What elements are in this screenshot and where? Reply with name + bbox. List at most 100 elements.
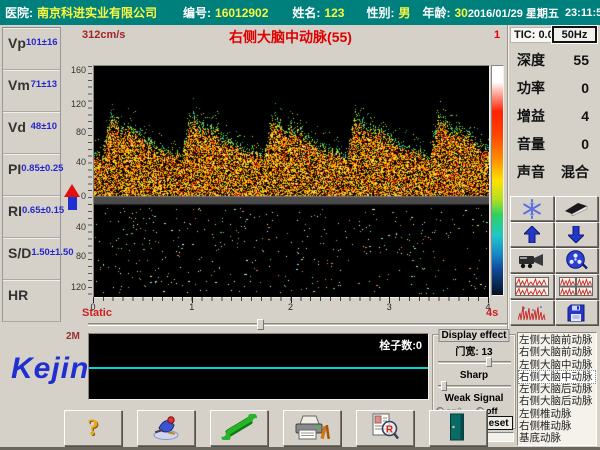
- measurement-value: 48±10: [31, 121, 57, 132]
- exit-button[interactable]: [429, 410, 487, 446]
- param-label: 音量: [517, 134, 545, 154]
- measurement-label: HR: [8, 287, 28, 303]
- gender-value: 男: [398, 4, 410, 21]
- gate-slider-track[interactable]: [438, 361, 511, 364]
- save-button[interactable]: [555, 300, 599, 325]
- measurement-sidebar: Vp101±16Vm71±13Vd48±10PI0.85±0.25RI0.65±…: [2, 27, 61, 322]
- param-value: 0: [581, 80, 589, 96]
- hospital-label: 医院:: [5, 4, 33, 21]
- sharp-label: Sharp: [433, 370, 515, 381]
- baseline-marker-icon: [64, 184, 81, 211]
- measurement-cell-vp: Vp101±16: [3, 28, 60, 70]
- floppy-icon: [567, 304, 585, 322]
- y-tick-label: 80: [62, 127, 86, 137]
- artery-list-item[interactable]: 基底动脉: [519, 432, 595, 444]
- question-icon: ?: [87, 415, 99, 441]
- measurement-value: 0.85±0.25: [21, 163, 63, 174]
- cine-loop-button[interactable]: [555, 248, 599, 273]
- report-button[interactable]: R: [356, 410, 414, 446]
- door-icon: [449, 413, 467, 444]
- embolus-baseline: [89, 367, 428, 369]
- y-tick-label: 120: [62, 99, 86, 109]
- colorbar-top-label: 1: [489, 29, 505, 41]
- embolus-panel: 栓子数:0: [88, 333, 429, 400]
- date-display: 2016/01/29 星期五: [468, 5, 559, 21]
- artery-list-item[interactable]: 右侧大脑后动脉: [519, 395, 595, 407]
- report-icon: R: [371, 413, 399, 444]
- embolus-count: 栓子数:0: [379, 337, 422, 353]
- spectrum-icon: [518, 304, 546, 321]
- dual-display-button[interactable]: [510, 274, 554, 299]
- channel-label: 2M: [66, 331, 80, 342]
- scroll-up-button[interactable]: [510, 222, 554, 247]
- vessel-title: 右侧大脑中动脉(55): [93, 27, 488, 47]
- sweep-end-label: 4s: [486, 307, 498, 319]
- artery-list-item[interactable]: 右侧大脑中动脉: [519, 371, 595, 383]
- sharp-slider-track[interactable]: [438, 385, 511, 388]
- x-tick-label: 1: [189, 302, 194, 312]
- param-label: 深度: [517, 50, 545, 70]
- artery-listbox[interactable]: 左侧大脑前动脉右侧大脑前动脉左侧大脑中动脉右侧大脑中动脉左侧大脑后动脉右侧大脑后…: [517, 332, 597, 446]
- gate-slider-thumb[interactable]: [486, 357, 492, 367]
- age-label: 年龄:: [422, 4, 450, 21]
- param-row: 声音混合: [509, 158, 599, 186]
- static-mode-label: Static: [82, 307, 112, 319]
- measurement-value: 71±13: [31, 79, 57, 90]
- probe-check-button[interactable]: [137, 410, 195, 446]
- measurement-cell-hr: HR: [3, 280, 60, 322]
- y-tick-label: 40: [62, 222, 86, 232]
- help-button[interactable]: ?: [64, 410, 122, 446]
- param-row: 功率 0: [509, 74, 599, 102]
- print-button[interactable]: [283, 410, 341, 446]
- patient-id-label: 编号:: [183, 4, 211, 21]
- param-label: 声音: [517, 162, 545, 182]
- quad-display-button[interactable]: [555, 274, 599, 299]
- right-button-grid: [510, 196, 598, 325]
- camera-button[interactable]: [510, 248, 554, 273]
- age-value: 30: [454, 6, 467, 20]
- arrow-up-icon: [524, 226, 540, 243]
- artery-list-item[interactable]: 左侧大脑后动脉: [519, 383, 595, 395]
- artery-list-item[interactable]: 左侧大脑前动脉: [519, 334, 595, 346]
- dual-trace-icon: [515, 277, 549, 296]
- measurement-value: 101±16: [26, 37, 58, 48]
- quad-trace-icon: [559, 277, 593, 296]
- probe-button[interactable]: [555, 196, 599, 221]
- freeze-button[interactable]: [510, 196, 554, 221]
- y-axis-ticks: [88, 66, 92, 296]
- acquisition-params: 深度55功率0增益4音量0声音混合: [509, 46, 599, 186]
- sharp-slider-thumb[interactable]: [441, 381, 447, 391]
- setup-button[interactable]: [210, 410, 268, 446]
- hospital-name: 南京科进实业有限公司: [37, 4, 157, 21]
- display-effect-title: Display effect: [438, 329, 509, 342]
- measurement-label: RI: [8, 203, 22, 219]
- wrench-icon: [220, 414, 258, 443]
- svg-text:R: R: [386, 424, 394, 435]
- param-label: 功率: [517, 78, 545, 98]
- gate-width-row: 门宽: 13: [433, 343, 515, 358]
- y-tick-label: 160: [62, 65, 86, 75]
- snowflake-icon: [522, 199, 542, 219]
- measurement-value: 0.65±0.15: [22, 205, 64, 216]
- measurement-label: Vp: [8, 35, 26, 51]
- param-label: 增益: [517, 106, 545, 126]
- patient-name-value: 123: [324, 6, 344, 20]
- gate-width-slider[interactable]: [438, 357, 511, 367]
- weak-signal-label: Weak Signal: [433, 393, 515, 404]
- measurement-label: Vd: [8, 119, 26, 135]
- sharp-slider[interactable]: [438, 381, 511, 391]
- spectral-canvas: [93, 65, 490, 298]
- spectrum-display-button[interactable]: [510, 300, 554, 325]
- measurement-cell-ri: RI0.65±0.15: [3, 196, 60, 238]
- time-display: 23:11:54: [565, 7, 600, 19]
- scroll-down-button[interactable]: [555, 222, 599, 247]
- frequency-button[interactable]: 50Hz: [552, 26, 597, 43]
- x-tick-label: 2: [288, 302, 293, 312]
- measurement-cell-vd: Vd 48±10: [3, 112, 60, 154]
- artery-list-item[interactable]: 左侧大脑中动脉: [519, 359, 595, 371]
- artery-list-item[interactable]: 左侧椎动脉: [519, 408, 595, 420]
- artery-list-item[interactable]: 右侧椎动脉: [519, 420, 595, 432]
- scrollbar-track[interactable]: [88, 323, 507, 326]
- artery-list-item[interactable]: 右侧大脑前动脉: [519, 346, 595, 358]
- scrollbar-thumb[interactable]: [257, 319, 264, 330]
